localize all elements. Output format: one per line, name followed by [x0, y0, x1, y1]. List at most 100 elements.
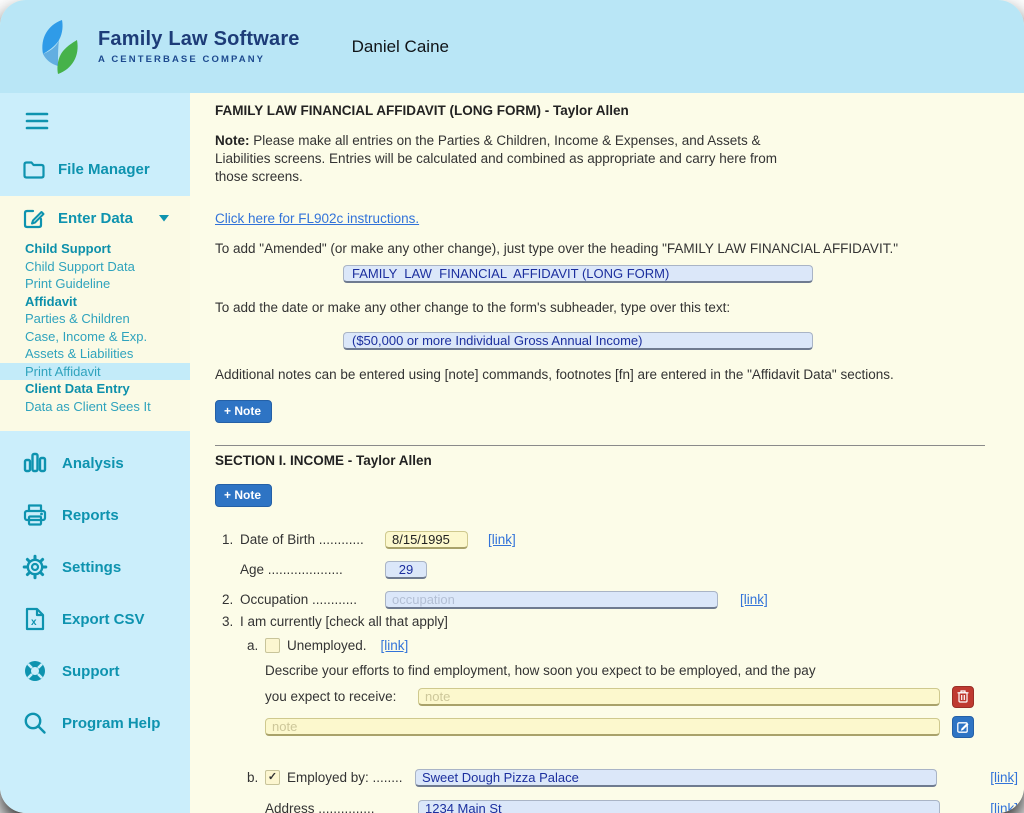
- currently-label: I am currently [check all that apply]: [240, 614, 448, 629]
- address-row: Address ............... [link]: [215, 799, 1024, 813]
- unemployed-checkbox[interactable]: [265, 638, 280, 653]
- logo-title: Family Law Software: [98, 28, 300, 51]
- note-paragraph: Note: Please make all entries on the Par…: [215, 132, 800, 186]
- add-note-button[interactable]: + Note: [215, 400, 272, 423]
- second-note-input[interactable]: [265, 718, 940, 736]
- sidebar-item-label: Export CSV: [62, 611, 145, 628]
- enter-data-section: Enter Data Child Support Child Support D…: [0, 196, 190, 431]
- address-input[interactable]: [418, 800, 940, 813]
- sidebar-subitem-parties-children[interactable]: Parties & Children: [0, 310, 190, 328]
- note2-row: [215, 717, 1024, 737]
- sidebar-item-label: Reports: [62, 507, 119, 524]
- employed-row: b. ✓ Employed by: ........ [link]: [215, 768, 1024, 788]
- sidebar-subitem-print-guideline[interactable]: Print Guideline: [0, 275, 190, 293]
- sidebar-item-support[interactable]: Support: [22, 657, 190, 685]
- item-number: 1.: [215, 532, 240, 547]
- hamburger-menu-icon[interactable]: [25, 111, 49, 131]
- age-row: Age ....................: [215, 560, 1024, 580]
- sidebar-item-label: Program Help: [62, 715, 160, 732]
- sidebar-subitem-affidavit[interactable]: Affidavit: [0, 293, 190, 311]
- notes-hint: Additional notes can be entered using [n…: [215, 367, 1024, 382]
- sidebar-item-analysis[interactable]: Analysis: [22, 449, 190, 477]
- employer-input[interactable]: [415, 769, 937, 787]
- sidebar-item-settings[interactable]: Settings: [22, 553, 190, 581]
- sidebar-item-export-csv[interactable]: x Export CSV: [22, 605, 190, 633]
- item-letter: b.: [240, 770, 265, 785]
- sidebar-subitem-client-data-entry[interactable]: Client Data Entry: [0, 380, 190, 398]
- app-window: Family Law Software A CENTERBASE COMPANY…: [0, 0, 1024, 813]
- sidebar-subitem-data-as-client-sees-it[interactable]: Data as Client Sees It: [0, 398, 190, 416]
- dob-row: 1. Date of Birth ............ [link]: [215, 530, 1024, 550]
- unemployed-label: Unemployed.: [287, 638, 367, 653]
- section-title: SECTION I. INCOME - Taylor Allen: [215, 453, 1024, 468]
- file-export-icon: x: [22, 606, 48, 632]
- user-name: Daniel Caine: [352, 37, 449, 57]
- sidebar-item-label: Support: [62, 663, 120, 680]
- sidebar-item-label: Enter Data: [58, 210, 133, 227]
- address-link[interactable]: [link]: [990, 801, 1018, 813]
- employed-checkbox[interactable]: ✓: [265, 770, 280, 785]
- dob-input[interactable]: [385, 531, 468, 549]
- note-text: Please make all entries on the Parties &…: [215, 133, 777, 184]
- heading-hint: To add "Amended" (or make any other chan…: [215, 241, 1024, 256]
- gear-icon: [22, 554, 48, 580]
- trash-icon: [957, 690, 969, 703]
- section-divider: [215, 445, 985, 446]
- sidebar-item-label: Analysis: [62, 455, 124, 472]
- expect-pay-row: you expect to receive:: [215, 687, 1024, 707]
- sidebar-item-enter-data[interactable]: Enter Data: [22, 206, 190, 230]
- svg-text:x: x: [31, 617, 37, 628]
- efforts-note-input[interactable]: [418, 688, 940, 706]
- employed-label: Employed by: ........: [287, 770, 415, 785]
- item-letter: a.: [240, 638, 265, 653]
- edit-pencil-icon: [22, 206, 46, 230]
- sidebar-item-label: Settings: [62, 559, 121, 576]
- item-number: 3.: [215, 614, 240, 629]
- age-label: Age ....................: [240, 562, 385, 577]
- fl902c-instructions-link[interactable]: Click here for FL902c instructions.: [215, 211, 419, 226]
- enter-data-sublist: Child Support Child Support Data Print G…: [0, 240, 190, 415]
- sidebar-subitem-assets-liabilities[interactable]: Assets & Liabilities: [0, 345, 190, 363]
- sidebar-nav: Analysis Reports: [0, 449, 190, 737]
- item-number: 2.: [215, 592, 240, 607]
- logo-leaf-icon: [34, 18, 86, 76]
- app-header: Family Law Software A CENTERBASE COMPANY…: [0, 0, 1024, 93]
- occupation-label: Occupation ............: [240, 592, 385, 607]
- printer-icon: [22, 502, 48, 528]
- delete-note-button[interactable]: [952, 686, 974, 708]
- unemployed-link[interactable]: [link]: [381, 638, 409, 653]
- sidebar-item-reports[interactable]: Reports: [22, 501, 190, 529]
- sidebar-item-program-help[interactable]: Program Help: [22, 709, 190, 737]
- sidebar-subitem-child-support-data[interactable]: Child Support Data: [0, 258, 190, 276]
- sidebar-subitem-child-support[interactable]: Child Support: [0, 240, 190, 258]
- dob-link[interactable]: [link]: [488, 532, 516, 547]
- life-ring-icon: [22, 658, 48, 684]
- app-logo: Family Law Software A CENTERBASE COMPANY: [34, 18, 300, 76]
- affidavit-heading-input[interactable]: [343, 265, 813, 283]
- folder-icon: [22, 158, 46, 180]
- address-label: Address ...............: [265, 801, 418, 813]
- age-input[interactable]: [385, 561, 427, 579]
- affidavit-subheader-input[interactable]: [343, 332, 813, 350]
- note-label: Note:: [215, 133, 250, 148]
- employer-link[interactable]: [link]: [990, 770, 1018, 785]
- dob-label: Date of Birth ............: [240, 532, 385, 547]
- edit-note-button[interactable]: [952, 716, 974, 738]
- sidebar-subitem-case-income-exp[interactable]: Case, Income & Exp.: [0, 328, 190, 346]
- currently-row: 3. I am currently [check all that apply]: [215, 614, 1024, 630]
- occupation-row: 2. Occupation ............ [link]: [215, 590, 1024, 610]
- main-content: FAMILY LAW FINANCIAL AFFIDAVIT (LONG FOR…: [190, 93, 1024, 813]
- add-note-button[interactable]: + Note: [215, 484, 272, 507]
- sidebar-subitem-print-affidavit[interactable]: Print Affidavit: [0, 363, 190, 381]
- describe-text: Describe your efforts to find employment…: [265, 663, 1024, 678]
- logo-subtitle: A CENTERBASE COMPANY: [98, 54, 300, 65]
- unemployed-row: a. Unemployed. [link]: [215, 637, 1024, 655]
- occupation-input[interactable]: [385, 591, 718, 609]
- bar-chart-icon: [22, 450, 48, 476]
- occupation-link[interactable]: [link]: [740, 592, 768, 607]
- search-icon: [22, 710, 48, 736]
- page-title: FAMILY LAW FINANCIAL AFFIDAVIT (LONG FOR…: [215, 103, 1024, 118]
- logo-text: Family Law Software A CENTERBASE COMPANY: [98, 28, 300, 65]
- chevron-down-icon: [159, 215, 169, 222]
- sidebar-item-file-manager[interactable]: File Manager: [22, 158, 190, 180]
